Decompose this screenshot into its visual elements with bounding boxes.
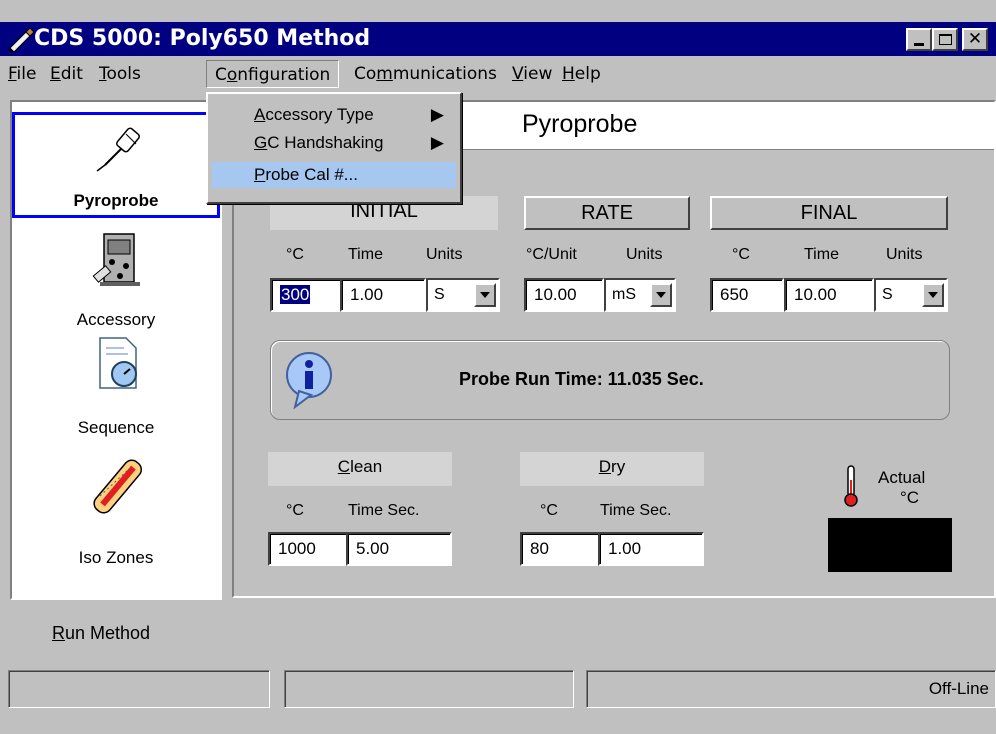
sidebar-item-accessory[interactable]: Accessory: [12, 226, 220, 336]
final-group-label: FINAL: [710, 196, 948, 230]
actual-unit: °C: [900, 488, 920, 507]
dry-temp-header: °C: [540, 502, 558, 519]
application-window: CDS 5000: Poly650 Method ✕ File Edit Too…: [0, 0, 996, 734]
title-bar[interactable]: CDS 5000: Poly650 Method ✕: [0, 22, 996, 56]
menu-help[interactable]: Help: [554, 60, 609, 88]
thermometer-icon: [844, 465, 858, 507]
initial-time-header: Time: [348, 246, 383, 263]
clean-time-input[interactable]: 5.00: [346, 532, 452, 566]
run-method-button[interactable]: Run Method: [12, 606, 190, 660]
final-time-header: Time: [804, 246, 839, 263]
info-icon: [286, 352, 332, 409]
maximize-icon: [938, 34, 952, 45]
rate-units-select[interactable]: mS: [604, 278, 676, 312]
final-units-value: S: [882, 286, 893, 303]
status-panel-3: Off-Line: [586, 670, 996, 708]
actual-temp-display: [828, 518, 952, 572]
final-units-select[interactable]: S: [874, 278, 948, 312]
sidebar-item-label: Pyroprobe: [73, 191, 159, 210]
menu-bar: File Edit Tools Configuration Communicat…: [0, 56, 996, 92]
pen-icon: [8, 27, 35, 52]
menu-communications[interactable]: Communications: [346, 60, 505, 88]
initial-temp-header: °C: [286, 246, 304, 263]
initial-units-header: Units: [426, 246, 463, 263]
rate-group-label: RATE: [524, 196, 690, 230]
submenu-arrow-icon: ▶: [430, 105, 444, 124]
sidebar-item-label: Accessory: [76, 310, 156, 329]
panel-title: Pyroprobe: [522, 110, 638, 138]
menu-file[interactable]: File: [0, 60, 44, 88]
chevron-down-icon[interactable]: [650, 283, 672, 307]
final-temp-header: °C: [732, 246, 750, 263]
initial-temp-input[interactable]: 300: [270, 278, 342, 312]
rate-input[interactable]: 10.00: [524, 278, 604, 312]
menu-item-probe-cal[interactable]: Probe Cal #...: [212, 162, 456, 188]
clean-temp-input[interactable]: 1000: [268, 532, 348, 566]
sidebar-item-label: Iso Zones: [78, 548, 154, 567]
actual-label: Actual: [878, 468, 926, 487]
chevron-down-icon[interactable]: [922, 283, 944, 307]
window-title: CDS 5000: Poly650 Method: [34, 26, 371, 51]
status-panel-1: [8, 670, 270, 708]
menu-tools[interactable]: Tools: [91, 60, 149, 88]
sequence-icon: [99, 337, 137, 389]
initial-units-value: S: [434, 286, 445, 303]
run-time-info: Probe Run Time: 11.035 Sec.: [270, 340, 950, 420]
initial-time-input[interactable]: 1.00: [340, 278, 426, 312]
minimize-icon: [914, 43, 924, 46]
rate-units-value: mS: [612, 286, 636, 303]
clean-group-label: Clean: [268, 452, 452, 486]
run-time-text: Probe Run Time: 11.035 Sec.: [459, 369, 704, 389]
sidebar-item-pyroprobe[interactable]: Pyroprobe: [12, 112, 220, 218]
pyroprobe-icon: [96, 127, 140, 172]
menu-view[interactable]: View: [504, 60, 560, 88]
sidebar: Pyroprobe Accessory Sequence Iso Zones: [10, 100, 222, 600]
accessory-icon: [92, 233, 140, 286]
chevron-down-icon[interactable]: [474, 283, 496, 307]
minimize-button[interactable]: [906, 28, 932, 51]
configuration-dropdown: Accessory Type ▶ GC Handshaking ▶ Probe Ca…: [206, 92, 462, 204]
status-panel-2: [284, 670, 574, 708]
dry-group-label: Dry: [520, 452, 704, 486]
menu-item-accessory-type[interactable]: Accessory Type ▶: [212, 102, 456, 128]
sidebar-item-iso-zones[interactable]: Iso Zones: [12, 444, 220, 572]
rate-units-header: Units: [626, 246, 663, 263]
submenu-arrow-icon: ▶: [430, 133, 444, 152]
iso-zones-icon: [93, 459, 143, 514]
menu-item-gc-handshaking[interactable]: GC Handshaking ▶: [212, 130, 456, 156]
clean-temp-header: °C: [286, 502, 304, 519]
sidebar-item-sequence[interactable]: Sequence: [12, 336, 220, 444]
close-button[interactable]: ✕: [962, 28, 988, 51]
menu-configuration[interactable]: Configuration: [206, 60, 340, 88]
connection-status: Off-Line: [928, 679, 989, 698]
rate-per-unit-header: °C/Unit: [526, 246, 577, 263]
menu-edit[interactable]: Edit: [42, 60, 91, 88]
dry-time-header: Time Sec.: [600, 502, 672, 519]
clean-time-header: Time Sec.: [348, 502, 420, 519]
dry-time-input[interactable]: 1.00: [598, 532, 704, 566]
dry-temp-input[interactable]: 80: [520, 532, 600, 566]
sidebar-item-label: Sequence: [77, 418, 155, 437]
final-time-input[interactable]: 10.00: [784, 278, 874, 312]
final-temp-input[interactable]: 650: [710, 278, 784, 312]
initial-units-select[interactable]: S: [426, 278, 500, 312]
final-units-header: Units: [886, 246, 923, 263]
maximize-button[interactable]: [932, 28, 958, 51]
close-icon: ✕: [967, 29, 983, 49]
